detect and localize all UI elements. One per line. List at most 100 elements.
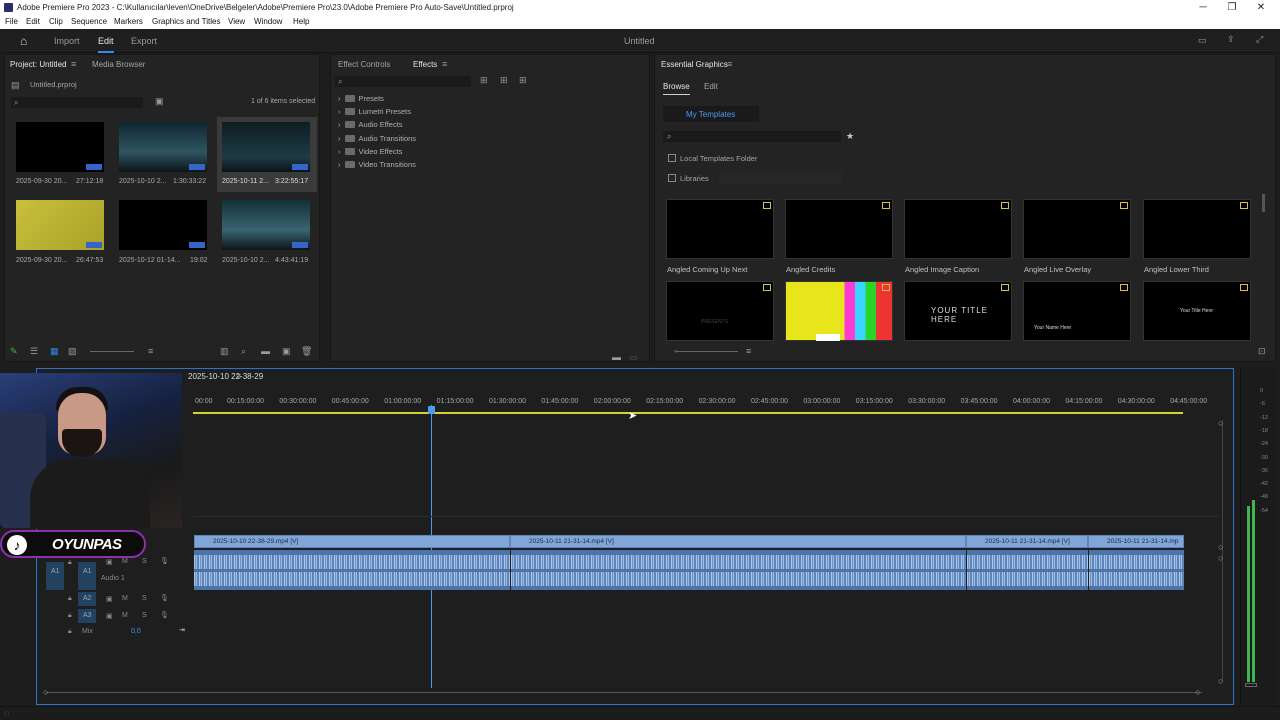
mix-end-icon[interactable]: ⇥ <box>179 626 185 634</box>
tab-effects[interactable]: Effects <box>413 60 437 69</box>
solo-button[interactable]: S <box>142 612 147 619</box>
libraries-dropdown[interactable] <box>719 172 843 184</box>
tab-project[interactable]: Project: Untitled <box>10 60 66 69</box>
lock-icon[interactable]: 🔒︎ <box>68 559 72 567</box>
effects-folder-audio-transitions[interactable]: › Audio Transitions <box>338 134 416 143</box>
template-thumbnail[interactable] <box>1143 199 1251 259</box>
solo-meter-button[interactable] <box>1245 683 1257 687</box>
template-thumbnail[interactable]: Your Title Here <box>1143 281 1251 341</box>
install-template-icon[interactable]: ⊡ <box>1258 347 1266 356</box>
audio-clip[interactable] <box>967 550 1088 590</box>
audio-clip[interactable] <box>1089 550 1184 590</box>
vscroll-handle[interactable]: ○ <box>1218 554 1223 563</box>
effects-folder-video-transitions[interactable]: › Video Transitions <box>338 160 416 169</box>
work-area-bar[interactable] <box>193 412 1183 414</box>
a1-source-patch[interactable] <box>46 562 64 590</box>
new-bin-icon[interactable]: ▣ <box>155 97 164 106</box>
menu-window[interactable]: Window <box>254 15 282 29</box>
mix-value[interactable]: 0,0 <box>131 628 141 635</box>
tab-browse[interactable]: Browse <box>663 82 690 95</box>
panel-menu-icon[interactable]: ≡ <box>71 60 76 69</box>
template-thumbnail[interactable]: PRESENTS <box>666 281 774 341</box>
pencil-icon[interactable]: ✎ <box>10 347 18 356</box>
clip-thumbnail[interactable] <box>119 122 207 172</box>
video-clip[interactable]: 2025-10-10 22-38-29.mp4 [V] <box>194 535 510 548</box>
accelerated-effects-icon[interactable]: ⊞ <box>480 76 488 85</box>
sync-icon[interactable]: ▣ <box>106 558 113 566</box>
sync-icon[interactable]: ▣ <box>106 595 113 603</box>
lock-icon[interactable]: 🔒︎ <box>68 612 72 620</box>
find-icon[interactable]: ⌕ <box>241 347 246 356</box>
automate-icon[interactable]: ▥ <box>220 347 229 356</box>
menu-clip[interactable]: Clip <box>49 15 63 29</box>
audio-clip[interactable] <box>511 550 966 590</box>
yuv-effects-icon[interactable]: ⊞ <box>519 76 527 85</box>
template-thumbnail[interactable]: Your Name Here <box>1023 281 1131 341</box>
audio-clip[interactable] <box>194 550 510 590</box>
video-clip[interactable]: 2025-10-11 21-31-14.mp4 [V] <box>510 535 966 548</box>
delete-custom-item-icon[interactable]: ▭ <box>629 353 638 362</box>
slider-handle[interactable]: ◦ <box>674 347 677 356</box>
template-thumbnail[interactable] <box>1023 199 1131 259</box>
lock-icon[interactable]: 🔒︎ <box>68 628 72 636</box>
share-icon[interactable]: ⇪ <box>1227 34 1235 45</box>
new-custom-bin-icon[interactable]: ▬ <box>612 353 621 362</box>
clip-thumbnail[interactable] <box>119 200 207 250</box>
menu-help[interactable]: Help <box>293 15 309 29</box>
clip-thumbnail[interactable] <box>16 200 104 250</box>
vscroll-handle[interactable]: ○ <box>1218 543 1223 552</box>
scrollbar[interactable] <box>1262 194 1265 212</box>
template-thumbnail[interactable] <box>904 199 1012 259</box>
menu-markers[interactable]: Markers <box>114 15 143 29</box>
new-item-icon[interactable]: ▣ <box>282 347 291 356</box>
menu-edit[interactable]: Edit <box>26 15 40 29</box>
local-templates-checkbox[interactable] <box>668 154 676 162</box>
tab-media-browser[interactable]: Media Browser <box>92 60 145 69</box>
template-thumbnail-credits[interactable] <box>785 281 893 341</box>
scroll-handle-left[interactable]: ○ <box>43 688 48 697</box>
mic-icon[interactable]: 🎙︎ <box>160 594 169 602</box>
menu-graphics-titles[interactable]: Graphics and Titles <box>152 15 220 29</box>
playhead-handle[interactable] <box>428 406 435 414</box>
tab-edit[interactable]: Edit <box>98 36 114 53</box>
tab-import[interactable]: Import <box>54 36 80 46</box>
tab-effect-controls[interactable]: Effect Controls <box>338 60 390 69</box>
solo-button[interactable]: S <box>142 595 147 602</box>
clip-thumbnail-selected[interactable] <box>222 122 310 172</box>
mute-button[interactable]: M <box>122 558 128 565</box>
32bit-effects-icon[interactable]: ⊞ <box>500 76 508 85</box>
quick-export-icon[interactable]: ▭ <box>1198 35 1207 46</box>
effects-folder-audio-effects[interactable]: › Audio Effects <box>338 120 403 129</box>
template-thumbnail[interactable] <box>785 199 893 259</box>
panel-menu-icon[interactable]: ≡ <box>442 60 447 69</box>
new-bin-icon[interactable]: ▬ <box>261 347 270 356</box>
trash-icon[interactable]: 🗑 <box>301 347 312 356</box>
a1-target[interactable] <box>78 562 96 590</box>
tab-edit-graphics[interactable]: Edit <box>704 82 718 91</box>
vscroll-handle[interactable]: ○ <box>1218 677 1223 686</box>
solo-button[interactable]: S <box>142 558 147 565</box>
restore-icon[interactable]: ❐ <box>1222 0 1242 15</box>
tab-export[interactable]: Export <box>131 36 157 46</box>
project-search-input[interactable] <box>11 97 143 108</box>
mic-icon[interactable]: 🎙︎ <box>160 611 169 619</box>
scroll-handle-right[interactable]: ○ <box>1195 688 1200 697</box>
mute-button[interactable]: M <box>122 595 128 602</box>
effects-folder-presets[interactable]: › Presets <box>338 94 384 103</box>
sort-icon[interactable]: ≡ <box>148 347 153 356</box>
video-clip[interactable]: 2025-10-11 21-31-14.mp <box>1088 535 1184 548</box>
freeform-view-icon[interactable]: ▧ <box>68 347 77 356</box>
sort-icon[interactable]: ≡ <box>746 347 751 356</box>
vscroll-handle[interactable]: ○ <box>1218 419 1223 428</box>
libraries-checkbox[interactable] <box>668 174 676 182</box>
templates-search-input[interactable] <box>663 131 841 142</box>
lock-icon[interactable]: 🔒︎ <box>68 595 72 603</box>
list-view-icon[interactable]: ☰ <box>30 347 38 356</box>
sequence-tab[interactable]: 2025-10-10 22-38-29 <box>188 372 263 381</box>
fullscreen-icon[interactable]: ⤢ <box>1256 34 1263 45</box>
horizontal-scrollbar[interactable] <box>46 692 1202 693</box>
mute-button[interactable]: M <box>122 612 128 619</box>
close-icon[interactable]: ✕ <box>1251 0 1271 15</box>
template-thumbnail[interactable] <box>666 199 774 259</box>
sequence-close-icon[interactable]: ≡ <box>236 372 241 381</box>
